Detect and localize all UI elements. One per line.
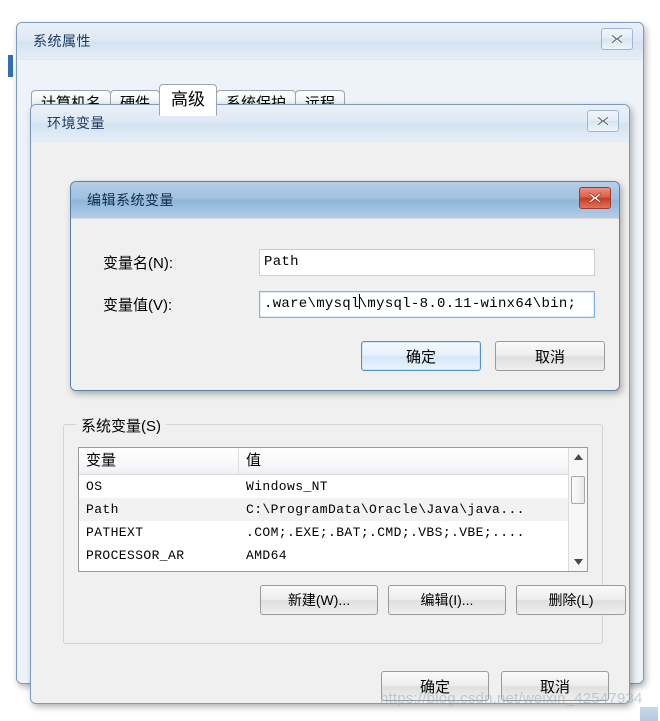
edit-system-variable-client: 变量名(N): Path 变量值(V): .ware\mysql\mysql-8… — [71, 218, 619, 390]
edit-system-variable-titlebar[interactable]: 编辑系统变量 — [71, 182, 619, 218]
edit-system-variable-window: 编辑系统变量 变量名(N): Path 变量值(V): .ware\mysql\… — [70, 181, 620, 391]
variable-value-row: 变量值(V): .ware\mysql\mysql-8.0.11-winx64\… — [71, 291, 619, 319]
variable-value-label: 变量值(V): — [103, 297, 173, 314]
edit-variable-button[interactable]: 编辑(I)... — [388, 585, 506, 615]
cell-variable-name: OS — [86, 479, 103, 494]
variable-name-row: 变量名(N): Path — [71, 249, 619, 277]
cancel-button[interactable]: 取消 — [501, 671, 609, 701]
scroll-up-icon[interactable] — [569, 448, 587, 466]
scroll-down-icon[interactable] — [569, 553, 587, 571]
list-scrollbar[interactable] — [568, 448, 587, 571]
desktop-background — [0, 0, 17, 721]
cell-variable-value: Windows_NT — [246, 479, 329, 494]
ok-button[interactable]: 确定 — [381, 671, 489, 701]
system-variables-list[interactable]: 变量 值 OS Windows_NT Path C:\ProgramData\O… — [78, 447, 588, 572]
environment-variables-titlebar[interactable]: 环境变量 — [31, 105, 629, 141]
tab-advanced[interactable]: 高级 — [159, 84, 218, 116]
taskbar-corner — [640, 707, 658, 721]
close-icon[interactable] — [587, 110, 619, 132]
column-header-variable[interactable]: 变量 — [79, 448, 239, 474]
scrollbar-thumb[interactable] — [571, 476, 585, 504]
system-variables-group: 系统变量(S) 变量 值 OS Windows_NT Path C:\Progr… — [63, 415, 626, 644]
variable-value-text-after-caret: \mysql-8.0.11-winx64\bin; — [358, 296, 577, 312]
system-variables-list-header: 变量 值 — [79, 448, 587, 475]
cell-variable-name: Path — [86, 502, 119, 517]
cell-variable-name: PROCESSOR_AR — [86, 548, 185, 563]
edit-system-variable-title: 编辑系统变量 — [87, 192, 174, 208]
system-variables-group-label: 系统变量(S) — [76, 415, 166, 436]
cancel-button[interactable]: 取消 — [495, 341, 605, 371]
new-variable-button[interactable]: 新建(W)... — [260, 585, 378, 615]
environment-variables-title: 环境变量 — [47, 115, 105, 131]
variable-name-input[interactable]: Path — [259, 249, 595, 276]
system-properties-titlebar[interactable]: 系统属性 — [17, 23, 643, 59]
delete-variable-button[interactable]: 删除(L) — [516, 585, 626, 615]
close-icon[interactable] — [601, 28, 633, 50]
close-icon[interactable] — [579, 187, 611, 209]
table-row[interactable]: OS Windows_NT — [79, 475, 587, 498]
cell-variable-value: .COM;.EXE;.BAT;.CMD;.VBS;.VBE;.... — [246, 525, 525, 540]
cell-variable-value: AMD64 — [246, 548, 288, 563]
variable-name-text: Path — [264, 254, 299, 270]
table-row[interactable]: Path C:\ProgramData\Oracle\Java\java... — [79, 498, 587, 521]
table-row[interactable]: PATHEXT .COM;.EXE;.BAT;.CMD;.VBS;.VBE;..… — [79, 521, 587, 544]
variable-name-label: 变量名(N): — [103, 255, 173, 272]
system-properties-title: 系统属性 — [33, 33, 91, 49]
variable-value-text-before-caret: .ware\mysql — [264, 296, 360, 312]
column-header-value[interactable]: 值 — [239, 448, 587, 474]
table-row[interactable]: PROCESSOR_AR AMD64 — [79, 544, 587, 567]
variable-value-input[interactable]: .ware\mysql\mysql-8.0.11-winx64\bin; — [259, 291, 595, 318]
cell-variable-value: C:\ProgramData\Oracle\Java\java... — [246, 502, 525, 517]
ok-button[interactable]: 确定 — [361, 341, 481, 371]
desktop-taskbar-strip — [8, 55, 13, 77]
cell-variable-name: PATHEXT — [86, 525, 144, 540]
